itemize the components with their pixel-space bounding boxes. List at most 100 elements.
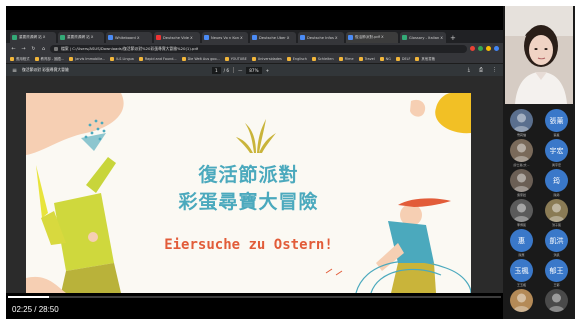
participant-tile[interactable]: 雪莉貓 xyxy=(506,109,537,140)
toolbar-divider xyxy=(233,67,235,73)
avatar: 玉楓 xyxy=(510,259,533,282)
browser-tab[interactable]: Whiteboard X xyxy=(106,32,152,43)
bookmark-item[interactable]: Schleiten xyxy=(311,56,334,61)
bookmark-item[interactable]: 其他書籤 xyxy=(415,56,435,61)
avatar: 凱洪 xyxy=(545,229,568,252)
browser-tab[interactable]: Deutsche Vide X xyxy=(154,32,200,43)
progress-track[interactable] xyxy=(8,296,501,298)
bookmark-label: Filme xyxy=(344,56,354,61)
avatar-initials: 郁王 xyxy=(549,266,564,275)
avatar-initials: 凱洪 xyxy=(549,236,564,245)
page-icon xyxy=(108,35,113,40)
bookmark-item[interactable]: NG xyxy=(379,56,391,61)
bookmark-item[interactable]: Englisch xyxy=(286,56,307,61)
avatar xyxy=(510,289,533,312)
zoom-in-button[interactable]: + xyxy=(266,68,270,73)
bookmark-label: Englisch xyxy=(292,56,307,61)
participant-tile[interactable] xyxy=(541,289,572,319)
bookmark-item[interactable]: ILS Lingua xyxy=(110,56,134,61)
participant-tile[interactable]: 吳家銓 xyxy=(506,169,537,200)
tab-label: Deutsche Vide X xyxy=(163,35,193,40)
bookmark-item[interactable]: Travel xyxy=(358,56,375,61)
new-tab-button[interactable]: + xyxy=(448,33,456,43)
bookmark-label: Travel xyxy=(364,56,375,61)
bookmark-icon xyxy=(379,56,384,61)
avatar xyxy=(510,199,533,222)
bookmark-label: NG xyxy=(385,56,391,61)
url-field[interactable]: 檔案 | C:/Users/ASUS/Downloads/復活節派對%20彩蛋尋… xyxy=(50,44,467,53)
participant-panel: 雪莉貓 張薰 張薰 廖士嘉(文... 宇宏 黃宇宏 吳家銓筠陳筠 李博凱 洪子凱惠陳惠 凱洪 洪凱玉… xyxy=(503,6,575,319)
menu-icon[interactable]: ≡ xyxy=(12,67,22,74)
home-icon[interactable]: ⌂ xyxy=(40,46,47,52)
browser-tab[interactable]: Deutsche Über X xyxy=(250,32,296,43)
participant-tile[interactable] xyxy=(506,289,537,319)
zoom-level-input[interactable]: 87% xyxy=(246,66,262,74)
profile-icon[interactable] xyxy=(494,46,499,51)
bookmark-item[interactable]: Rapid and Found... xyxy=(138,56,177,61)
bookmark-item[interactable]: Die Welt Aus goo... xyxy=(181,56,220,61)
slide-subtitle: Eiersuche zu Ostern! xyxy=(164,237,333,253)
reload-icon[interactable]: ↻ xyxy=(30,46,37,52)
avatar-initials: 惠 xyxy=(518,236,525,245)
avatar-initials: 張薰 xyxy=(549,116,564,125)
url-text: 檔案 | C:/Users/ASUS/Downloads/復活節派對%20彩蛋尋… xyxy=(61,45,199,51)
tab-label: Glossary - Italian X xyxy=(409,35,443,40)
avatar xyxy=(545,199,568,222)
avatar: 張薰 xyxy=(545,109,568,132)
download-icon[interactable]: ⤓ xyxy=(468,67,470,73)
extension-icon[interactable] xyxy=(478,46,483,51)
bookmark-item[interactable]: 教育部 - 國語... xyxy=(34,56,64,61)
participant-tile[interactable]: 李博凱 xyxy=(506,199,537,230)
print-icon[interactable]: ⎙ xyxy=(479,67,483,73)
zoom-out-button[interactable]: — xyxy=(238,68,242,73)
forward-icon[interactable]: → xyxy=(20,46,27,52)
extension-icon[interactable] xyxy=(470,46,475,51)
page-total: / 6 xyxy=(223,67,230,73)
browser-tab[interactable]: Glossary - Italian X xyxy=(400,32,446,43)
pdf-toolbar: ≡ 復活節派對 彩蛋尋寶大冒險 1 / 6 — 87% + ⤓ ⎙ ⋮ xyxy=(6,64,503,76)
bookmark-item[interactable]: Jarvis Immobilie... xyxy=(69,56,105,61)
browser-tab[interactable]: Neues Vo n Kon X xyxy=(202,32,248,43)
bookmark-item[interactable]: DELF xyxy=(395,56,410,61)
browser-tab-strip: 重要資源網 站 X 重要資源網 站 X Whiteboard X Deutsche V… xyxy=(6,30,503,43)
bookmark-icon xyxy=(138,56,143,61)
bookmark-item[interactable]: 應用程式 xyxy=(10,56,30,61)
avatar xyxy=(510,169,533,192)
pdf-title: 復活節派對 彩蛋尋寶大冒險 xyxy=(22,67,69,72)
participant-tile[interactable]: 筠陳筠 xyxy=(541,169,572,200)
shared-screen: 重要資源網 站 X 重要資源網 站 X Whiteboard X Deutsche V… xyxy=(6,6,503,293)
screen-top-band xyxy=(6,6,503,30)
participant-tile[interactable]: 宇宏 黃宇宏 xyxy=(541,139,572,170)
participant-tile[interactable]: 廖士嘉(文... xyxy=(506,139,537,170)
page-icon xyxy=(204,35,209,40)
browser-address-bar: ← → ↻ ⌂ 檔案 | C:/Users/ASUS/Downloads/復活節… xyxy=(6,43,503,54)
bookmark-item[interactable]: Universidades xyxy=(251,56,282,61)
participant-tile[interactable]: 洪子凱 xyxy=(541,199,572,230)
tab-label: 重要資源網 站 X xyxy=(19,35,46,39)
bookmark-item[interactable]: Filme xyxy=(338,56,354,61)
participant-name: 張薰 xyxy=(553,133,560,137)
extension-icon[interactable] xyxy=(486,46,491,51)
page-icon xyxy=(300,35,305,40)
speaker-video[interactable] xyxy=(505,6,573,104)
participant-tile[interactable]: 凱洪 洪凱 xyxy=(541,229,572,260)
browser-tab[interactable]: 復活節派對.pdf X xyxy=(346,32,398,43)
participant-tile[interactable]: 玉楓 王玉楓 xyxy=(506,259,537,290)
more-options-icon[interactable]: ⋮ xyxy=(492,67,497,73)
participant-tile[interactable]: 惠陳惠 xyxy=(506,229,537,260)
tab-label: Deutsche Infos X xyxy=(307,35,338,40)
bookmark-label: ILS Lingua xyxy=(116,56,134,61)
bookmark-item[interactable]: YOUTUBE xyxy=(224,56,247,61)
avatar-initials: 玉楓 xyxy=(514,266,529,275)
browser-tab[interactable]: Deutsche Infos X xyxy=(298,32,344,43)
back-icon[interactable]: ← xyxy=(10,46,17,52)
bookmark-label: Schleiten xyxy=(317,56,334,61)
browser-tab[interactable]: 重要資源網 站 X xyxy=(10,32,56,43)
participant-tile[interactable]: 張薰 張薰 xyxy=(541,109,572,140)
avatar: 筠 xyxy=(545,169,568,192)
participant-tile[interactable]: 郁王 王郁 xyxy=(541,259,572,290)
tab-label: Whiteboard X xyxy=(115,35,140,40)
page-number-input[interactable]: 1 xyxy=(212,66,221,74)
tab-label: Deutsche Über X xyxy=(259,35,290,40)
browser-tab[interactable]: 重要資源網 站 X xyxy=(58,32,104,43)
